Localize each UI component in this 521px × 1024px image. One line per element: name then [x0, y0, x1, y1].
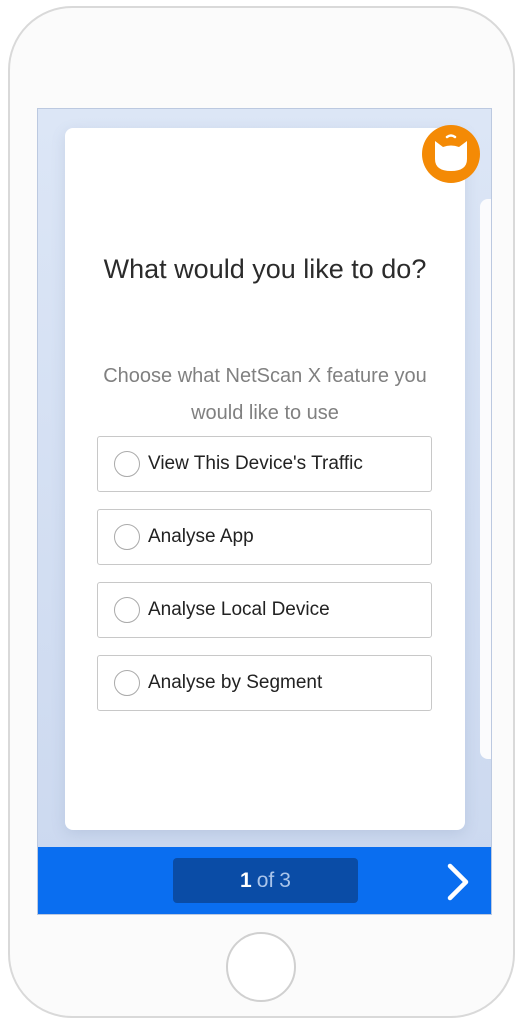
option-label: Analyse App	[148, 526, 254, 547]
app-screen: What would you like to do? Choose what N…	[37, 108, 492, 915]
page-total: 3	[279, 868, 291, 892]
chevron-right-icon	[447, 863, 469, 901]
radio-button[interactable]	[114, 597, 140, 623]
page-separator: of	[256, 868, 275, 892]
next-card-peek	[480, 199, 491, 759]
option-label: Analyse by Segment	[148, 672, 323, 693]
question-subtitle: Choose what NetScan X feature you would …	[103, 365, 427, 424]
question-card: What would you like to do? Choose what N…	[65, 128, 465, 830]
page-indicator: 1 of 3	[173, 858, 358, 903]
page-current: 1	[240, 868, 252, 892]
radio-button[interactable]	[114, 451, 140, 477]
option-analyse-local-device[interactable]: Analyse Local Device	[97, 582, 432, 638]
cat-mascot-icon	[422, 125, 480, 183]
next-button[interactable]	[440, 861, 476, 903]
bottom-nav-bar: 1 of 3	[38, 847, 491, 914]
radio-button[interactable]	[114, 524, 140, 550]
option-view-device-traffic[interactable]: View This Device's Traffic	[97, 436, 432, 492]
option-label: View This Device's Traffic	[148, 453, 363, 474]
option-analyse-app[interactable]: Analyse App	[97, 509, 432, 565]
radio-button[interactable]	[114, 670, 140, 696]
question-title: What would you like to do?	[103, 254, 427, 284]
option-label: Analyse Local Device	[148, 599, 330, 620]
option-list: View This Device's Traffic Analyse App A…	[97, 436, 432, 728]
home-button[interactable]	[226, 932, 296, 1002]
option-analyse-by-segment[interactable]: Analyse by Segment	[97, 655, 432, 711]
